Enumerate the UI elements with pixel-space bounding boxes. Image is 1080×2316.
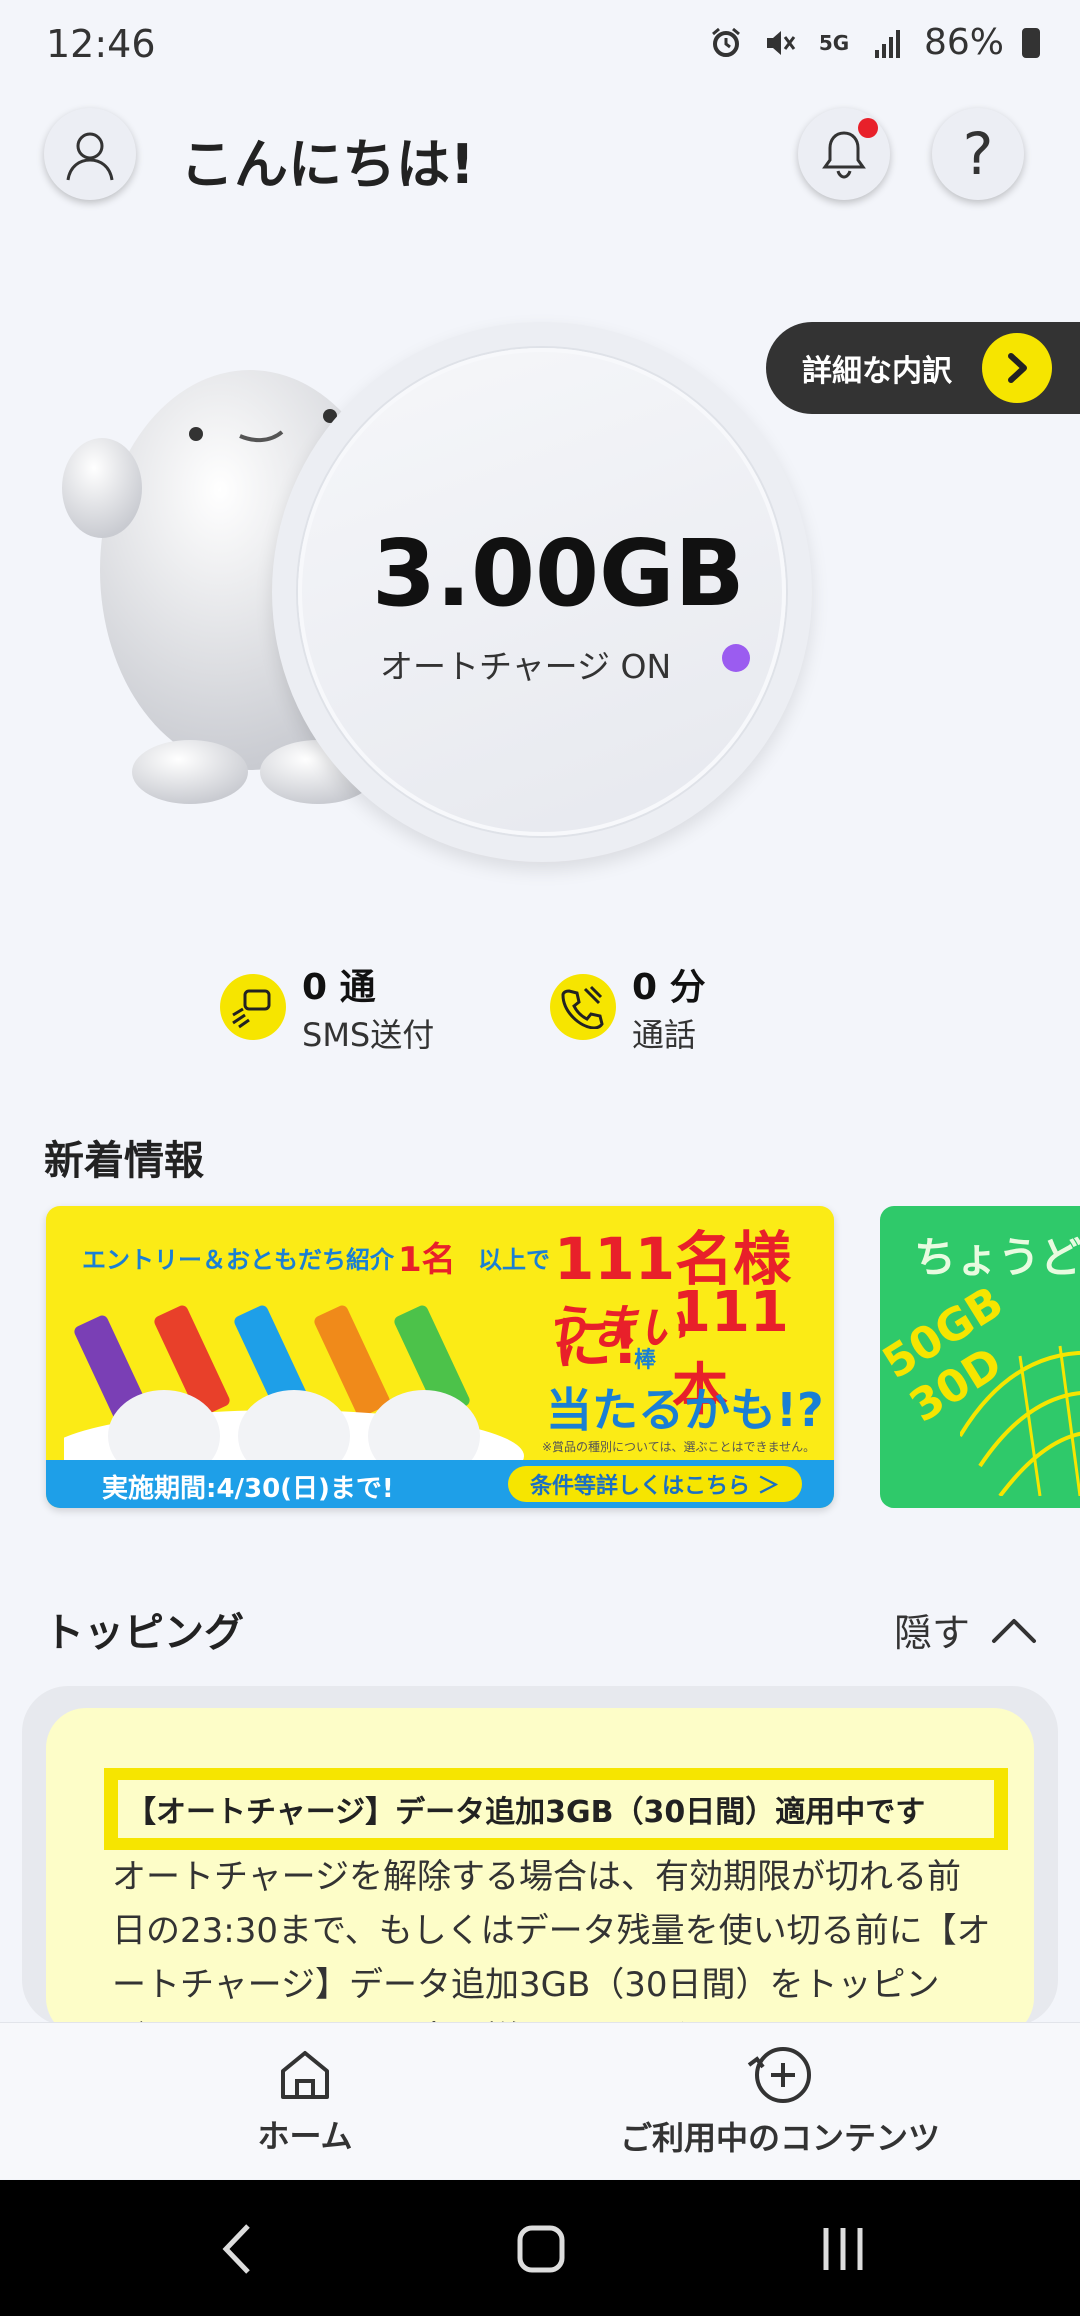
signal-icon	[870, 25, 906, 61]
banner-entry-tail: 以上で	[478, 1246, 550, 1274]
battery-percent: 86%	[923, 22, 1004, 63]
user-icon	[66, 132, 114, 181]
battery-icon	[1022, 27, 1040, 58]
call-minutes: 0 分	[632, 967, 706, 1008]
banner2-grid-illustration	[960, 1345, 1080, 1496]
news-title: 新着情報	[44, 1138, 204, 1184]
alarm-icon	[708, 25, 744, 61]
auto-charge-status: オートチャージ ON	[380, 647, 672, 686]
home-system-icon[interactable]	[516, 2222, 566, 2276]
sms-count: 0 通	[302, 967, 376, 1008]
news-banner-50gb[interactable]: ちょうど 50GB 30D	[880, 1206, 1080, 1508]
banner-snack-illustration	[64, 1305, 524, 1466]
banner-entry-count: 1名	[398, 1240, 456, 1280]
greeting-title: こんにちは!	[180, 133, 475, 196]
nav-home[interactable]: ホーム	[190, 2023, 420, 2179]
notification-badge	[858, 118, 878, 138]
banner-period: 実施期間:4/30(日)まで!	[102, 1474, 394, 1504]
sms-usage: 0 通 SMS送付	[220, 958, 434, 1056]
sms-icon	[220, 974, 286, 1040]
help-button[interactable]: ?	[932, 108, 1024, 200]
topping-title: トッピング	[44, 1610, 244, 1656]
call-usage: 0 分 通話	[550, 958, 706, 1056]
add-content-icon	[747, 2047, 811, 2103]
detail-breakdown-button[interactable]: 詳細な内訳	[766, 322, 1080, 414]
nav-contents-label: ご利用中のコンテンツ	[619, 2119, 940, 2157]
banner-footer: 実施期間:4/30(日)まで! 条件等詳しくはこちら ＞	[46, 1460, 834, 1508]
network-5g-icon: 5G	[818, 30, 850, 55]
data-remaining: 3.00GB	[372, 520, 745, 627]
home-icon	[281, 2051, 329, 2099]
account-button[interactable]	[44, 108, 136, 200]
status-time: 12:46	[46, 22, 156, 66]
bottom-navigation: ホーム ご利用中のコンテンツ	[0, 2022, 1080, 2179]
mute-icon	[762, 25, 798, 61]
notification-button[interactable]	[798, 108, 890, 200]
sms-label: SMS送付	[302, 1016, 435, 1054]
banner-details-link[interactable]: 条件等詳しくはこちら ＞	[508, 1466, 802, 1502]
detail-breakdown-label: 詳細な内訳	[802, 354, 952, 389]
topping-highlight: 【オートチャージ】データ追加3GB（30日間）適用中です	[118, 1780, 994, 1838]
call-label: 通話	[632, 1016, 697, 1054]
banner-brand: うまい	[542, 1300, 687, 1356]
nav-home-label: ホーム	[257, 2117, 353, 2155]
banner-brand-sub: 棒	[634, 1348, 657, 1373]
banner-note: ※賞品の種別については、選ぶことはできません。	[542, 1440, 816, 1454]
banner-entry-text: エントリー＆おともだち紹介	[82, 1246, 394, 1274]
news-banner-campaign[interactable]: エントリー＆おともだち紹介 1名 以上で 111名様に! うまい 棒 111本 …	[46, 1206, 834, 1508]
hide-label: 隠す	[894, 1611, 971, 1655]
phone-icon	[550, 974, 616, 1040]
topping-hide-toggle[interactable]: 隠す	[894, 1602, 1038, 1657]
system-navigation-bar	[0, 2180, 1080, 2316]
status-icons: 5G 86%	[708, 22, 1040, 63]
recents-icon[interactable]	[818, 2222, 868, 2276]
auto-charge-indicator	[722, 644, 750, 672]
banner-chance: 当たるかも!?	[546, 1383, 824, 1437]
nav-contents[interactable]: ご利用中のコンテンツ	[600, 2023, 960, 2179]
status-bar: 12:46 5G 86%	[0, 0, 1080, 90]
back-icon[interactable]	[218, 2222, 258, 2276]
chevron-up-icon	[992, 1618, 1037, 1643]
chevron-right-icon	[982, 333, 1052, 403]
